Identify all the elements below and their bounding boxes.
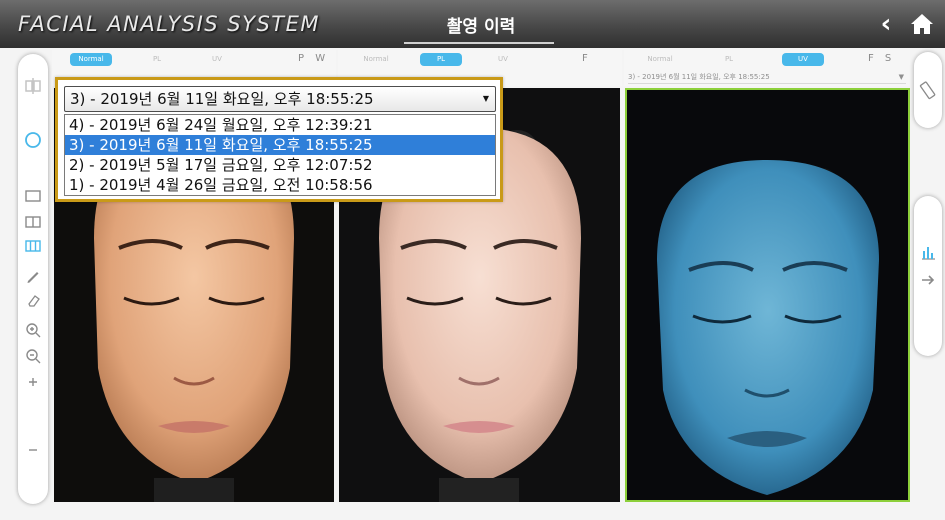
column-letters[interactable]: P W (298, 53, 329, 64)
chevron-down-icon: ▼ (482, 94, 489, 103)
mode-pl-button[interactable]: PL (142, 53, 172, 66)
face-image-uv (627, 90, 908, 500)
dropdown-option[interactable]: 2) - 2019년 5월 17일 금요일, 오후 12:07:52 (65, 155, 495, 175)
circle-icon[interactable] (23, 130, 43, 150)
mode-normal-button[interactable]: Normal (70, 53, 112, 66)
screen-title: 촬영 이력 (446, 17, 516, 37)
bar-chart-icon[interactable] (918, 242, 938, 262)
compare-icon[interactable] (23, 76, 43, 96)
right-toolbar-top (914, 52, 942, 128)
dropdown-option-highlighted[interactable]: 3) - 2019년 6월 11일 화요일, 오후 18:55:25 (65, 135, 495, 155)
zoom-out-icon[interactable] (23, 346, 43, 366)
chevron-down-icon: ▼ (898, 73, 904, 81)
ruler-icon[interactable] (918, 80, 938, 100)
left-toolbar (18, 54, 48, 504)
mode-pl-button[interactable]: PL (420, 53, 462, 66)
dropdown-option[interactable]: 4) - 2019년 6월 24일 월요일, 오후 12:39:21 (65, 115, 495, 135)
right-toolbar-bottom (914, 196, 942, 356)
capture-date-dropdown[interactable]: 3) - 2019년 6월 11일 화요일, 오후 18:55:25 ▼ 4) … (55, 77, 503, 202)
app-header: FACIAL ANALYSIS SYSTEM 촬영 이력 ‹ (0, 0, 945, 48)
dropdown-option[interactable]: 1) - 2019년 4월 26일 금요일, 오전 10:58:56 (65, 175, 495, 195)
app-title: FACIAL ANALYSIS SYSTEM (18, 12, 321, 36)
layout-double-icon[interactable] (23, 212, 43, 232)
dropdown-selected-text: 3) - 2019년 6월 11일 화요일, 오후 18:55:25 (70, 90, 374, 108)
date-select-value: 3) - 2019년 6월 11일 화요일, 오후 18:55:25 (628, 73, 770, 81)
layout-triple-icon[interactable] (23, 236, 43, 256)
date-select-3[interactable]: 3) - 2019년 6월 11일 화요일, 오후 18:55:25 ▼ (628, 70, 906, 84)
mode-normal-button[interactable]: Normal (358, 53, 394, 66)
mode-uv-button[interactable]: UV (782, 53, 824, 66)
face-photo-uv[interactable] (625, 88, 910, 502)
column-letters[interactable]: F S (868, 53, 895, 64)
screen-title-underline (404, 42, 554, 44)
eraser-icon[interactable] (23, 290, 43, 310)
mode-pl-button[interactable]: PL (714, 53, 744, 66)
dropdown-selected-value[interactable]: 3) - 2019년 6월 11일 화요일, 오후 18:55:25 ▼ (64, 86, 496, 112)
dropdown-list: 4) - 2019년 6월 24일 월요일, 오후 12:39:21 3) - … (64, 114, 496, 196)
layout-single-icon[interactable] (23, 186, 43, 206)
mode-uv-button[interactable]: UV (202, 53, 232, 66)
home-icon[interactable] (908, 10, 936, 38)
pen-icon[interactable] (23, 266, 43, 286)
mode-uv-button[interactable]: UV (488, 53, 518, 66)
column-letters[interactable]: F (582, 53, 592, 64)
column-header-3: Normal PL UV F S 3) - 2019년 6월 11일 화요일, … (624, 50, 910, 86)
plus-icon[interactable] (23, 372, 43, 392)
minus-icon[interactable] (23, 440, 43, 460)
zoom-in-icon[interactable] (23, 320, 43, 340)
mode-normal-button[interactable]: Normal (642, 53, 678, 66)
arrow-right-icon[interactable] (918, 270, 938, 290)
chevron-left-icon[interactable]: ‹ (872, 10, 900, 38)
